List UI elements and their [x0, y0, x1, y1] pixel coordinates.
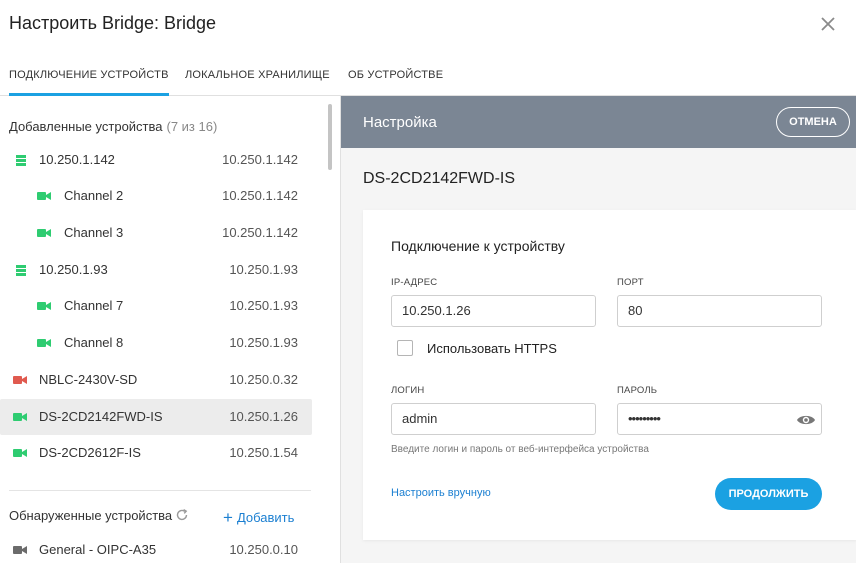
add-device-label: Добавить	[236, 510, 295, 525]
device-name: Channel 2	[64, 188, 124, 203]
list-item[interactable]: DS-2CD2612F-IS 10.250.1.54	[0, 435, 312, 471]
device-ip: 10.250.1.142	[222, 152, 298, 167]
continue-button[interactable]: ПРОДОЛЖИТЬ	[715, 478, 822, 510]
device-name: DS-2CD2612F-IS	[39, 445, 141, 460]
device-ip: 10.250.0.32	[229, 372, 298, 387]
list-item-selected[interactable]: DS-2CD2142FWD-IS 10.250.1.26	[0, 399, 312, 435]
device-ip: 10.250.1.54	[229, 445, 298, 460]
plus-icon: +	[223, 508, 233, 527]
port-input[interactable]: 80	[617, 295, 822, 327]
camera-icon	[13, 546, 27, 554]
settings-header: Настройка ОТМЕНА	[341, 96, 856, 148]
page-title: Настроить Bridge: Bridge	[9, 13, 217, 33]
device-ip: 10.250.1.93	[229, 262, 298, 277]
device-name: 10.250.1.93	[39, 262, 108, 277]
camera-icon	[13, 376, 27, 384]
device-name: 10.250.1.142	[39, 152, 115, 167]
tab-bar: ПОДКЛЮЧЕНИЕ УСТРОЙСТВ ЛОКАЛЬНОЕ ХРАНИЛИЩ…	[0, 60, 856, 96]
settings-panel: Настройка ОТМЕНА DS-2CD2142FWD-IS Подклю…	[340, 96, 856, 563]
list-item[interactable]: Channel 7 10.250.1.93	[0, 288, 312, 324]
list-item[interactable]: Channel 3 10.250.1.142	[0, 215, 312, 251]
added-devices-title: Добавленные устройства	[9, 119, 163, 134]
password-input[interactable]: •••••••••	[617, 403, 822, 435]
ip-address-input[interactable]: 10.250.1.26	[391, 295, 596, 327]
camera-icon	[37, 302, 51, 310]
server-icon	[16, 155, 26, 166]
tab-device-connection[interactable]: ПОДКЛЮЧЕНИЕ УСТРОЙСТВ	[9, 69, 169, 96]
settings-header-title: Настройка	[363, 114, 437, 131]
device-name: General - OIPC-A35	[39, 542, 157, 557]
camera-icon	[13, 413, 27, 421]
added-devices-count: (7 из 16)	[166, 119, 218, 134]
device-name: Channel 7	[64, 298, 124, 313]
device-ip: 10.250.1.142	[222, 225, 298, 240]
list-item[interactable]: General - OIPC-A35 10.250.0.10	[0, 532, 312, 563]
device-ip: 10.250.1.93	[229, 335, 298, 350]
discovered-devices-title: Обнаруженные устройства	[9, 508, 173, 523]
list-item[interactable]: 10.250.1.142 10.250.1.142	[0, 142, 312, 178]
device-ip: 10.250.1.26	[229, 409, 298, 424]
list-item[interactable]: Channel 8 10.250.1.93	[0, 325, 312, 361]
camera-icon	[37, 192, 51, 200]
add-device-button[interactable]: + Добавить	[223, 507, 294, 527]
device-name: Channel 3	[64, 225, 124, 240]
password-label: ПАРОЛЬ	[617, 385, 658, 396]
camera-icon	[37, 229, 51, 237]
https-checkbox[interactable]	[397, 340, 413, 356]
login-label: ЛОГИН	[391, 385, 425, 396]
device-ip: 10.250.0.10	[229, 542, 298, 557]
credentials-hint: Введите логин и пароль от веб-интерфейса…	[391, 444, 649, 455]
tab-about-device[interactable]: ОБ УСТРОЙСТВЕ	[348, 69, 443, 81]
refresh-icon[interactable]	[175, 508, 189, 522]
port-label: ПОРТ	[617, 277, 644, 288]
cancel-button[interactable]: ОТМЕНА	[776, 107, 850, 137]
manual-setup-link[interactable]: Настроить вручную	[391, 487, 491, 499]
login-input[interactable]: admin	[391, 403, 596, 435]
device-name: DS-2CD2142FWD-IS	[39, 409, 163, 424]
list-item[interactable]: Channel 2 10.250.1.142	[0, 178, 312, 214]
divider	[9, 490, 311, 491]
close-icon[interactable]	[818, 14, 838, 34]
device-ip: 10.250.1.142	[222, 188, 298, 203]
list-item[interactable]: NBLC-2430V-SD 10.250.0.32	[0, 362, 312, 398]
device-name: NBLC-2430V-SD	[39, 372, 138, 387]
device-list-panel: Добавленные устройства (7 из 16) 10.250.1…	[0, 96, 336, 563]
device-name: Channel 8	[64, 335, 124, 350]
camera-icon	[37, 339, 51, 347]
camera-icon	[13, 449, 27, 457]
device-ip: 10.250.1.93	[229, 298, 298, 313]
connection-card-title: Подключение к устройству	[391, 238, 565, 254]
connection-card: Подключение к устройству IP-АДРЕС 10.250…	[363, 210, 856, 540]
ip-address-label: IP-АДРЕС	[391, 277, 438, 288]
selected-device-name: DS-2CD2142FWD-IS	[363, 170, 516, 187]
eye-icon[interactable]	[796, 413, 816, 427]
server-icon	[16, 265, 26, 276]
added-devices-header: Добавленные устройства (7 из 16)	[9, 119, 217, 134]
tab-local-storage[interactable]: ЛОКАЛЬНОЕ ХРАНИЛИЩЕ	[185, 69, 330, 81]
https-checkbox-label: Использовать HTTPS	[427, 341, 557, 356]
list-item[interactable]: 10.250.1.93 10.250.1.93	[0, 252, 312, 288]
